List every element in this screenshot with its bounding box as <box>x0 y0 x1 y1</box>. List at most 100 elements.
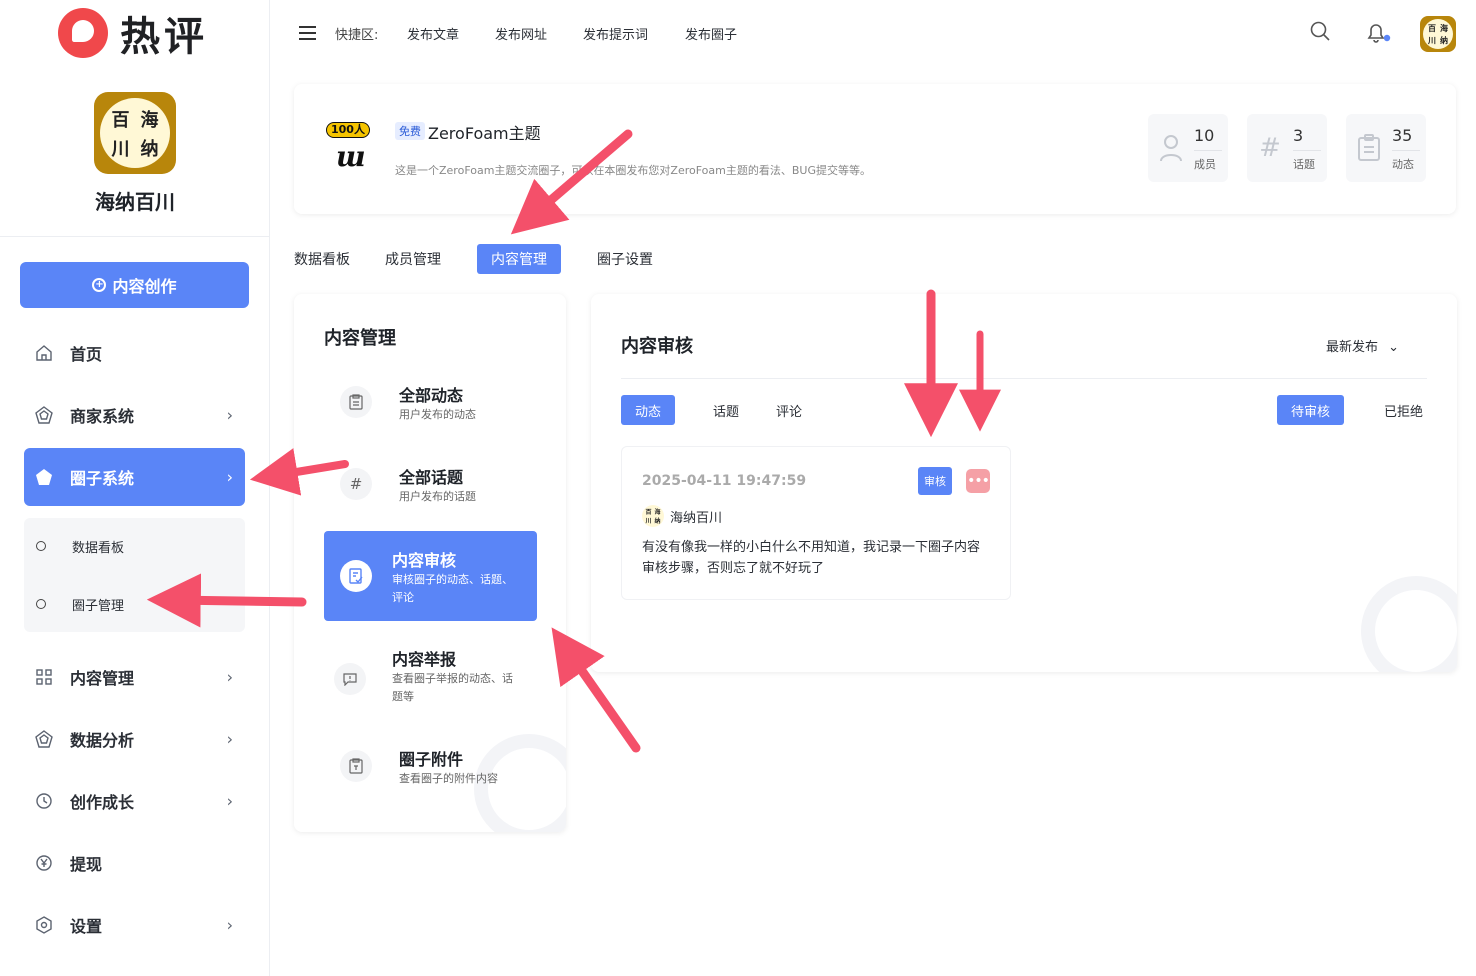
create-content-label: 内容创作 <box>112 277 177 296</box>
circle-description: 这是一个ZeroFoam主题交流圈子，可以在本圈发布您对ZeroFoam主题的看… <box>395 164 871 177</box>
tab-member-manage[interactable]: 成员管理 <box>371 244 455 274</box>
sidebar-item-content-manage[interactable]: 内容管理 › <box>24 648 245 706</box>
chevron-right-icon: › <box>226 667 233 687</box>
cm-item-subtitle: 查看圈子的附件内容 <box>399 772 498 785</box>
stat-label: 话题 <box>1293 158 1315 171</box>
sidebar-item-home[interactable]: 首页 <box>24 324 245 382</box>
content-manage-title: 内容管理 <box>324 328 396 349</box>
user-icon <box>1158 134 1184 162</box>
cm-item-title: 全部话题 <box>399 468 464 487</box>
sidebar-item-settings[interactable]: 设置 › <box>24 896 245 954</box>
tab-dashboard[interactable]: 数据看板 <box>280 244 364 274</box>
user-name: 海纳百川 <box>95 190 175 214</box>
stat-separator <box>1392 150 1420 151</box>
cm-item-title: 圈子附件 <box>399 750 464 769</box>
review-tab-posts[interactable]: 动态 <box>621 395 676 425</box>
review-divider <box>621 378 1427 379</box>
chevron-right-icon: › <box>226 791 233 811</box>
more-options-button[interactable]: ••• <box>966 469 990 493</box>
author-name: 海纳百川 <box>670 510 723 526</box>
top-bar: 快捷区: 发布文章 发布网址 发布提示词 发布圈子 百 海 川 纳 <box>270 0 1476 66</box>
avatar-char: 百 <box>111 109 130 131</box>
avatar-char: 川 <box>111 138 130 160</box>
cm-item-attachments[interactable]: 圈子附件 查看圈子的附件内容 <box>324 722 537 810</box>
cm-item-content-review[interactable]: 内容审核 审核圈子的动态、话题、评论 <box>324 531 537 621</box>
sort-dropdown[interactable]: 最新发布 ⌄ <box>1326 336 1399 355</box>
circle-logo: 100人 ɯ <box>324 120 380 176</box>
sidebar-item-label: 首页 <box>70 345 103 364</box>
quick-link-publish-url[interactable]: 发布网址 <box>495 24 547 43</box>
audit-button[interactable]: 审核 <box>918 467 952 495</box>
menu-icon[interactable] <box>299 26 316 40</box>
cm-item-title: 全部动态 <box>399 386 464 405</box>
bell-icon[interactable] <box>1365 20 1391 44</box>
growth-icon <box>34 791 54 811</box>
tab-content-manage[interactable]: 内容管理 <box>477 244 561 274</box>
stat-posts[interactable]: 35 动态 <box>1346 114 1426 182</box>
bullet-icon <box>36 599 46 609</box>
review-tab-comments[interactable]: 评论 <box>762 395 816 425</box>
hash-icon: # <box>1259 133 1281 163</box>
content-manage-panel: 内容管理 全部动态 用户发布的动态 # 全部话题 用户发布的话题 内容审核 审核… <box>294 294 566 832</box>
cm-item-title: 内容举报 <box>392 650 457 669</box>
cm-item-subtitle: 用户发布的话题 <box>399 490 476 503</box>
tab-circle-settings[interactable]: 圈子设置 <box>583 244 667 274</box>
avatar-char: 川 <box>1428 34 1436 45</box>
chevron-right-icon: › <box>226 467 233 487</box>
cm-item-all-topics[interactable]: # 全部话题 用户发布的话题 <box>324 440 537 528</box>
submenu-item-dashboard[interactable]: 数据看板 <box>24 526 245 566</box>
stat-topics[interactable]: # 3 话题 <box>1247 114 1327 182</box>
sidebar-divider <box>0 236 270 237</box>
sidebar-item-withdraw[interactable]: 提现 <box>24 834 245 892</box>
sidebar-item-analytics[interactable]: 数据分析 › <box>24 710 245 768</box>
circle-logo-mark: ɯ <box>336 140 366 173</box>
sidebar-item-label: 设置 <box>70 917 103 936</box>
status-tab-rejected[interactable]: 已拒绝 <box>1370 395 1437 425</box>
sidebar-item-label: 提现 <box>70 855 103 874</box>
submenu-item-label: 数据看板 <box>72 540 125 556</box>
yen-icon <box>34 853 54 873</box>
search-icon[interactable] <box>1309 20 1333 44</box>
circle-name: ZeroFoam主题 <box>428 124 541 143</box>
sidebar-item-circle-system[interactable]: 圈子系统 › <box>24 448 245 506</box>
stat-label: 成员 <box>1194 158 1216 171</box>
sidebar-item-label: 创作成长 <box>70 793 135 812</box>
status-tab-pending[interactable]: 待审核 <box>1277 395 1345 425</box>
review-tab-topics[interactable]: 话题 <box>699 395 753 425</box>
home-icon <box>34 343 54 363</box>
chevron-right-icon: › <box>226 915 233 935</box>
avatar-char: 海 <box>654 509 661 516</box>
create-content-button[interactable]: + 内容创作 <box>20 262 249 308</box>
stat-members[interactable]: 10 成员 <box>1148 114 1228 182</box>
grid-icon <box>34 667 54 687</box>
clipboard-icon <box>340 386 372 418</box>
circle-system-submenu: 数据看板 圈子管理 <box>24 518 245 632</box>
sidebar-item-label: 内容管理 <box>70 669 135 688</box>
quick-link-publish-article[interactable]: 发布文章 <box>407 24 459 43</box>
chevron-down-icon: ⌄ <box>1388 340 1399 355</box>
sidebar-item-shop[interactable]: 商家系统 › <box>24 386 245 444</box>
cm-item-all-posts[interactable]: 全部动态 用户发布的动态 <box>324 358 537 446</box>
sidebar-item-growth[interactable]: 创作成长 › <box>24 772 245 830</box>
user-avatar[interactable]: 百 海 川 纳 <box>94 92 176 174</box>
post-timestamp: 2025-04-11 19:47:59 <box>642 473 807 489</box>
sort-label: 最新发布 <box>1325 340 1378 355</box>
submenu-item-label: 圈子管理 <box>72 598 125 614</box>
shop-icon <box>34 405 54 425</box>
stat-separator <box>1293 150 1321 151</box>
avatar-char: 百 <box>1428 22 1436 33</box>
top-user-avatar[interactable]: 百 海 川 纳 <box>1420 16 1456 52</box>
content-review-panel: 内容审核 最新发布 ⌄ 动态 话题 评论 待审核 已拒绝 2025-04-11 … <box>591 294 1457 672</box>
quick-link-publish-prompt[interactable]: 发布提示词 <box>583 24 648 43</box>
stat-separator <box>1194 150 1222 151</box>
chevron-right-icon: › <box>226 405 233 425</box>
cm-item-subtitle: 审核圈子的动态、话题、评论 <box>392 573 513 604</box>
submenu-item-circle-manage[interactable]: 圈子管理 <box>24 584 245 624</box>
cm-item-content-report[interactable]: 内容举报 查看圈子举报的动态、话题等 <box>324 634 537 724</box>
post-author[interactable]: 百 海 川 纳 海纳百川 <box>642 505 722 527</box>
brand-logo[interactable]: 热评 <box>58 6 208 60</box>
avatar-char: 纳 <box>1440 34 1448 45</box>
quick-link-publish-circle[interactable]: 发布圈子 <box>685 24 737 43</box>
settings-icon <box>34 915 54 935</box>
clipboard-icon <box>1356 134 1382 162</box>
